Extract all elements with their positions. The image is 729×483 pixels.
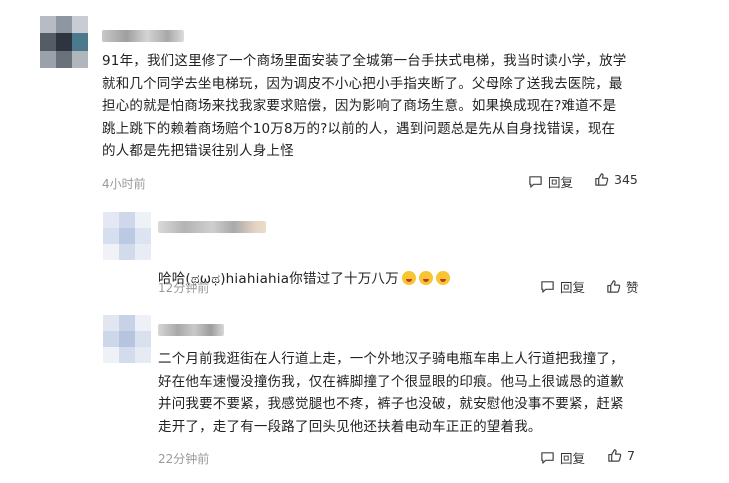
like-count: 7	[627, 448, 635, 463]
reply-label: 回复	[560, 451, 586, 466]
laughing-tears-emoji-icon	[418, 270, 433, 285]
like-button[interactable]: 7	[607, 448, 635, 463]
comment-bubble-icon	[528, 174, 543, 189]
reply-label: 回复	[560, 280, 586, 295]
comment-time: 12分钟前	[158, 281, 210, 295]
avatar[interactable]	[103, 315, 151, 363]
like-count: 345	[614, 172, 638, 187]
username-blurred[interactable]	[158, 221, 266, 233]
username-blurred[interactable]	[102, 30, 184, 42]
thumbs-up-icon	[606, 279, 621, 294]
reply-label: 回复	[548, 175, 574, 190]
avatar[interactable]	[40, 16, 88, 68]
thumbs-up-icon	[607, 448, 622, 463]
like-button[interactable]: 345	[594, 172, 638, 187]
laughing-tears-emoji-icon	[401, 270, 416, 285]
thumbs-up-icon	[594, 172, 609, 187]
reply-button[interactable]: 回复	[528, 172, 573, 191]
like-label: 赞	[626, 280, 639, 295]
avatar[interactable]	[103, 212, 151, 260]
comment-time: 4小时前	[102, 177, 146, 191]
comment-bubble-icon	[540, 279, 555, 294]
comment-text: 二个月前我逛街在人行道上走，一个外地汉子骑电瓶车串上人行道把我撞了， 好在他车速…	[158, 351, 624, 435]
reply-button[interactable]: 回复	[540, 277, 585, 296]
username-blurred[interactable]	[158, 324, 224, 336]
comment-text: 91年，我们这里修了一个商场里面安装了全城第一台手扶式电梯，我当时读小学，放学 …	[102, 53, 627, 159]
comment-bubble-icon	[540, 450, 555, 465]
laughing-tears-emoji-icon	[435, 270, 450, 285]
comment-time: 22分钟前	[158, 452, 210, 466]
like-button[interactable]: 赞	[606, 277, 639, 296]
reply-button[interactable]: 回复	[540, 448, 585, 467]
